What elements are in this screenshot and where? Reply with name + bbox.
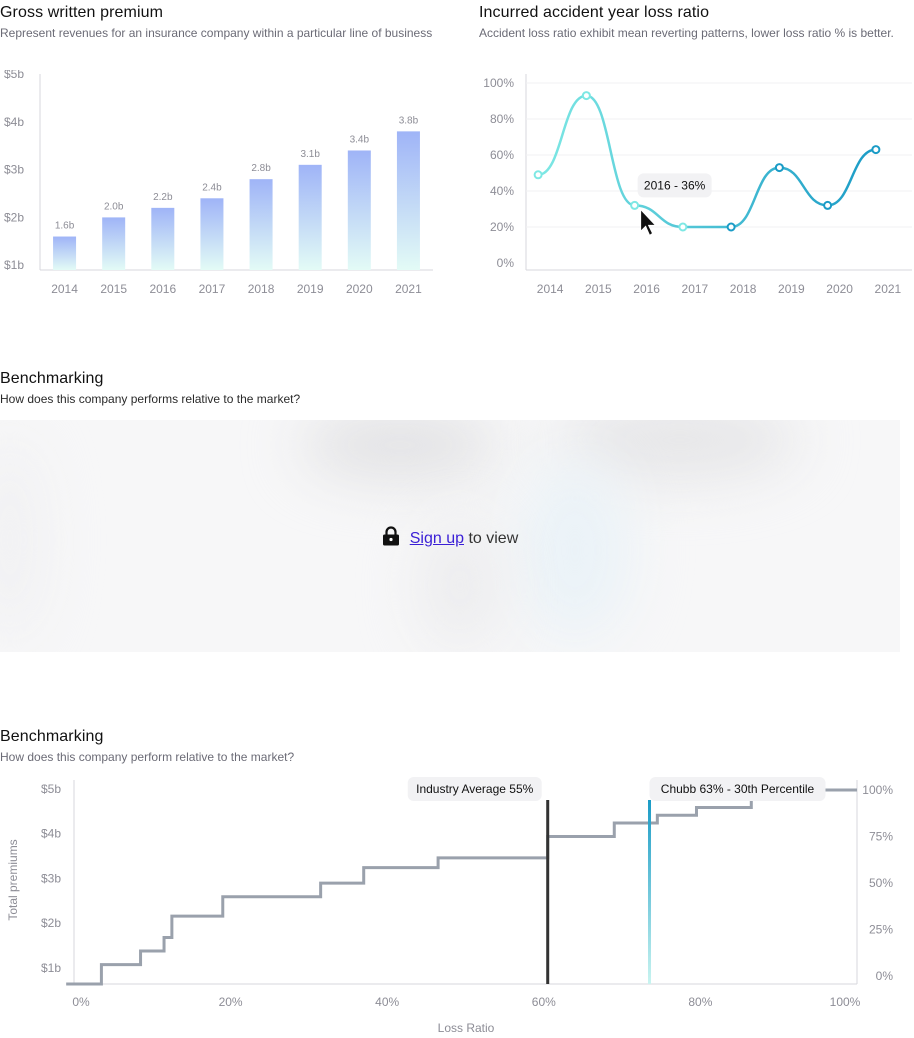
bar-value-label: 2.8b (251, 163, 271, 174)
blur-shape (300, 420, 500, 480)
cumulative-step-line (66, 788, 857, 986)
x-tick-label: 2014 (537, 282, 564, 296)
x-tick-label: 20% (219, 995, 243, 1009)
data-point (581, 91, 591, 101)
industry-label: Industry Average 55% (416, 782, 534, 796)
y-tick-label-right: 100% (862, 783, 893, 797)
gwp-subtitle: Represent revenues for an insurance comp… (0, 26, 433, 40)
x-tick-label: 2019 (778, 282, 805, 296)
x-tick-label: 2021 (395, 282, 422, 296)
locked-preview: Sign up to view (0, 420, 900, 652)
x-tick-label: 0% (72, 995, 90, 1009)
y-tick-label-left: $2b (41, 916, 61, 930)
x-tick-label: 2016 (633, 282, 660, 296)
gwp-title: Gross written premium (0, 4, 164, 21)
y-tick-label-left: $5b (41, 782, 61, 796)
x-tick-label: 2021 (875, 282, 902, 296)
loss-title: Incurred accident year loss ratio (479, 4, 710, 21)
y-tick-label: $3b (4, 163, 24, 177)
x-tick-label: 80% (688, 995, 712, 1009)
company-marker-line (648, 800, 652, 984)
y-tick-label: 80% (490, 112, 514, 126)
benchmark-step-chart: $1b $2b $3b $4b $5b 0% 25% 50% 75% 100% 0% 20% 40% 60… (6, 777, 894, 1035)
bar (249, 179, 273, 270)
tooltip-text: 2016 - 36% (644, 178, 706, 192)
loss-ratio-chart: 0% 20% 40% 60% 80% 100% 2014 2015 2016 2017 2018 20… (483, 74, 912, 296)
x-tick-label: 2016 (149, 282, 176, 296)
bar-value-label: 2.0b (104, 201, 124, 212)
x-tick-label: 40% (375, 995, 399, 1009)
x-tick-label: 2020 (826, 282, 853, 296)
data-point (871, 145, 881, 155)
bar (151, 207, 175, 270)
bar-value-label: 1.6b (55, 221, 75, 232)
loss-subtitle: Accident loss ratio exhibit mean reverti… (479, 26, 894, 40)
y-tick-label: 40% (490, 184, 514, 198)
y-axis-label: Total premiums (6, 839, 20, 920)
y-tick-label-right: 75% (869, 830, 893, 844)
bar-value-label: 2.2b (153, 192, 173, 203)
x-tick-label: 2018 (248, 282, 275, 296)
y-tick-label: 60% (490, 148, 514, 162)
data-point (726, 222, 736, 232)
y-tick-label-left: $1b (41, 961, 61, 975)
signup-prompt: Sign up to view (0, 526, 900, 551)
bar (347, 150, 371, 270)
y-tick-label: $1b (4, 258, 24, 272)
bar-value-label: 3.8b (399, 115, 419, 126)
bench-locked-header: Benchmarking How does this company perfo… (0, 370, 600, 408)
bench-locked-subtitle: How does this company performs relative … (0, 392, 301, 406)
bench-locked-title: Benchmarking (0, 370, 104, 387)
bench-header: Benchmarking How does this company perfo… (0, 728, 600, 766)
y-tick-label-left: $4b (41, 827, 61, 841)
x-tick-label: 2018 (730, 282, 757, 296)
lock-icon (382, 526, 400, 551)
bar-value-label: 3.4b (350, 134, 370, 145)
signup-suffix: to view (464, 530, 519, 547)
y-tick-label: 20% (490, 220, 514, 234)
cursor-icon (640, 208, 657, 237)
y-tick-label: $5b (4, 70, 24, 81)
x-tick-label: 2017 (199, 282, 226, 296)
bar (396, 131, 420, 270)
y-tick-label: $4b (4, 115, 24, 129)
data-point (823, 200, 833, 210)
bar-value-label: 3.1b (300, 149, 320, 160)
y-tick-label: $2b (4, 210, 24, 224)
bar (298, 164, 322, 270)
signup-link[interactable]: Sign up (410, 530, 464, 547)
y-tick-label: 0% (497, 256, 515, 270)
bar (53, 236, 77, 270)
data-point (774, 163, 784, 173)
bench-subtitle: How does this company perform relative t… (0, 750, 295, 764)
company-label: Chubb 63% - 30th Percentile (661, 782, 815, 796)
y-tick-label-right: 50% (869, 876, 893, 890)
y-tick-label-right: 0% (876, 969, 894, 983)
bar-value-label: 2.4b (202, 182, 222, 193)
y-tick-label-left: $3b (41, 871, 61, 885)
x-tick-label: 2019 (297, 282, 324, 296)
y-tick-label-right: 25% (869, 923, 893, 937)
x-tick-label: 2017 (682, 282, 709, 296)
bench-title: Benchmarking (0, 728, 104, 745)
x-tick-label: 100% (830, 995, 861, 1009)
x-tick-label: 2014 (51, 282, 78, 296)
x-tick-label: 2015 (585, 282, 612, 296)
x-tick-label: 2015 (100, 282, 127, 296)
x-axis-label: Loss Ratio (438, 1021, 495, 1035)
y-tick-label: 100% (483, 76, 514, 90)
loss-panel: Incurred accident year loss ratio Accide… (479, 4, 909, 42)
x-tick-label: 60% (532, 995, 556, 1009)
data-point (533, 170, 543, 180)
data-point (630, 200, 640, 210)
gwp-panel: Gross written premium Represent revenues… (0, 4, 440, 42)
bar (102, 217, 126, 270)
bar (200, 198, 224, 270)
gwp-bar-chart: $1b $2b $3b $4b $5b 1.6b 2014 2.0b 2015 2.2b 2016 2… (4, 70, 433, 296)
x-tick-label: 2020 (346, 282, 373, 296)
data-point (678, 222, 688, 232)
